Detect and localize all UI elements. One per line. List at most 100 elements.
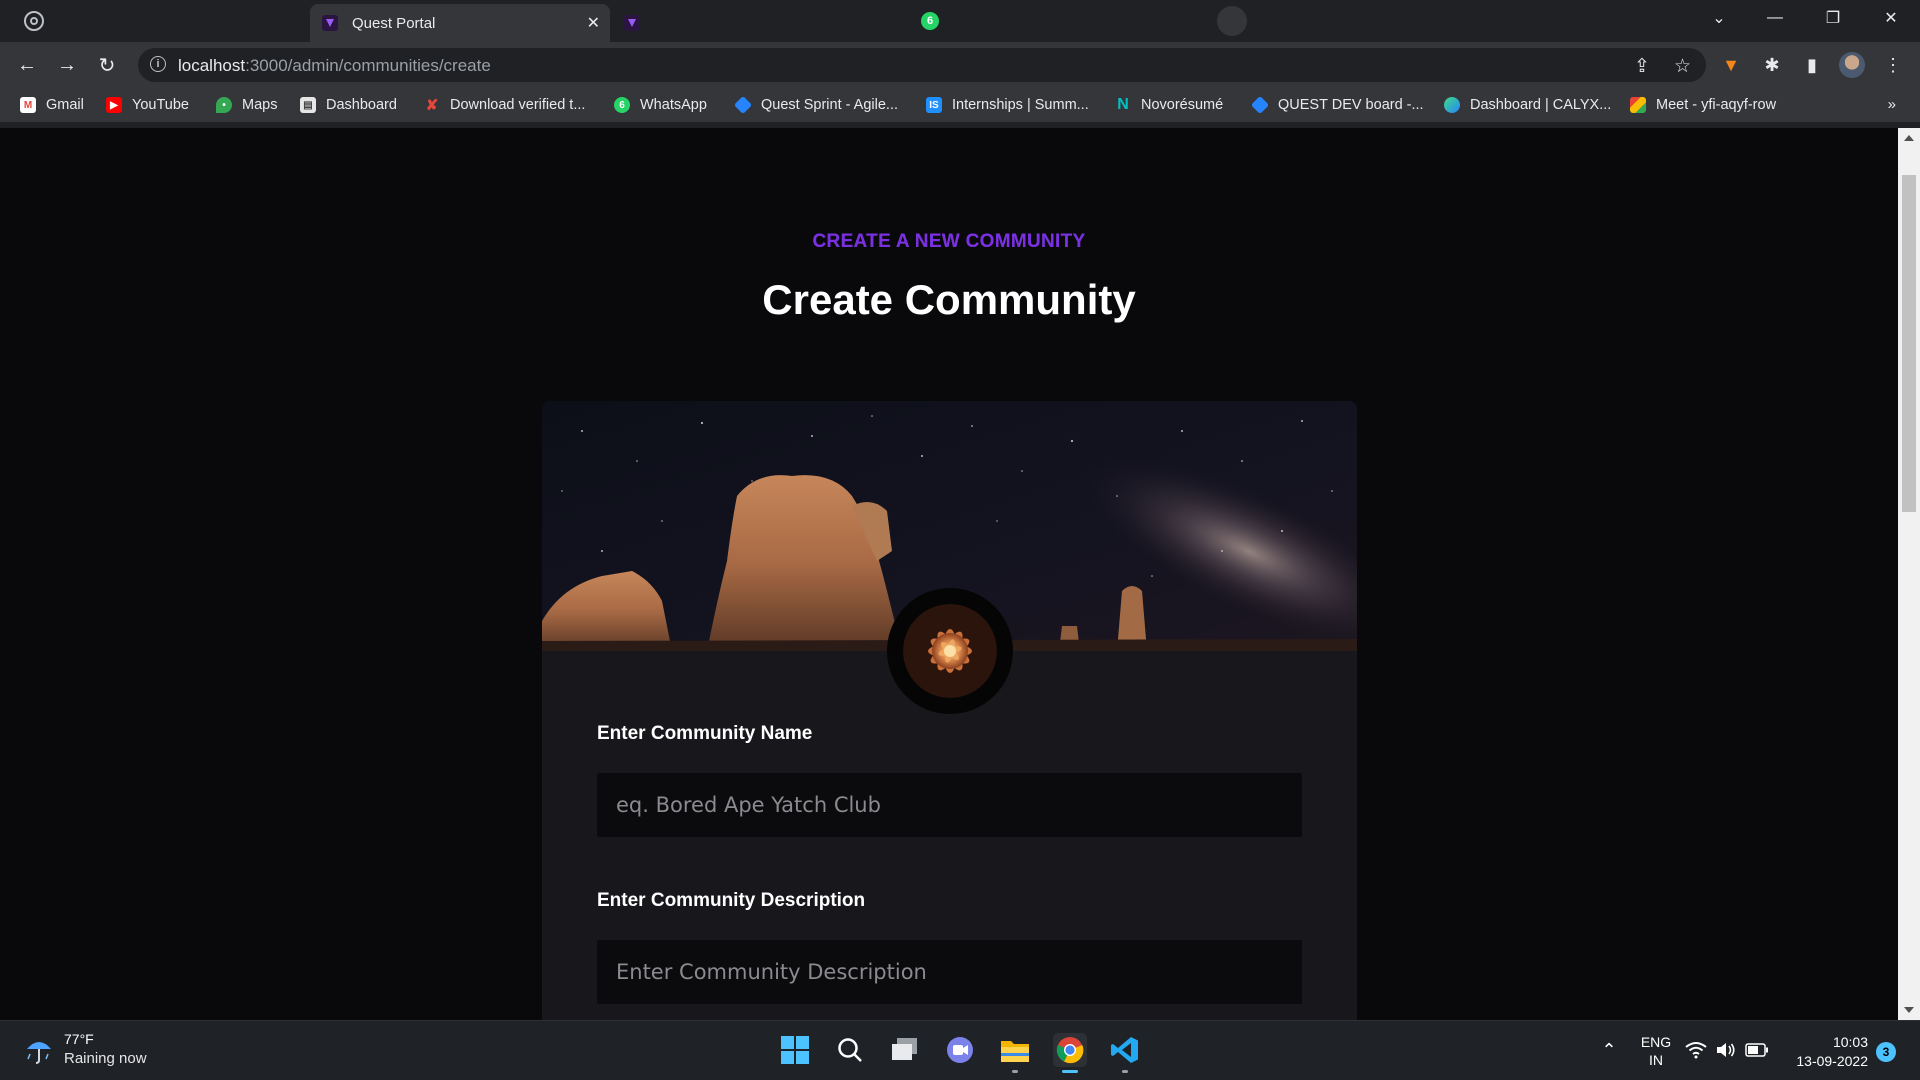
community-description-input[interactable] [597, 940, 1302, 1004]
community-description-label: Enter Community Description [597, 890, 866, 911]
bookmark-label: Meet - yfi-aqyf-row [1656, 97, 1777, 113]
teams-chat-icon[interactable] [943, 1033, 977, 1067]
bookmark-label: YouTube [132, 97, 189, 113]
bookmark-meet[interactable]: Meet - yfi-aqyf-row [1630, 95, 1776, 115]
minimize-icon[interactable]: — [1752, 0, 1798, 36]
close-window-icon[interactable]: ✕ [1868, 0, 1914, 36]
task-view-icon[interactable] [888, 1033, 922, 1067]
bookmark-maps[interactable]: • Maps [216, 95, 277, 115]
community-logo-upload[interactable] [887, 588, 1013, 714]
search-icon[interactable] [833, 1033, 867, 1067]
gmail-icon: M [20, 97, 36, 113]
quest-favicon-icon [624, 15, 640, 31]
maps-icon: • [216, 97, 232, 113]
bookmark-gmail[interactable]: M Gmail [20, 95, 84, 115]
language-region: IN [1649, 1052, 1663, 1068]
community-name-input[interactable] [597, 773, 1302, 837]
bookmark-label: Gmail [46, 97, 84, 113]
metamask-icon[interactable]: ▼ [1720, 54, 1742, 76]
extensions-icon[interactable]: ✱ [1761, 54, 1783, 76]
bookmarks-bar: M Gmail ▶ YouTube • Maps ▤ Dashboard ✘ Downlo… [0, 88, 1920, 122]
notification-badge[interactable]: 3 [1876, 1042, 1896, 1062]
bookmark-label: Download verified t... [450, 97, 586, 113]
weather-description: Raining now [64, 1050, 147, 1067]
bookmark-download-verified[interactable]: ✘ Download verified t... [424, 95, 586, 115]
bookmark-internships[interactable]: IS Internships | Summ... [926, 95, 1089, 115]
close-tab-icon[interactable]: ✕ [587, 13, 600, 33]
calyx-icon [1444, 97, 1460, 113]
site-info-icon[interactable]: i [150, 56, 166, 72]
bookmark-calyx[interactable]: Dashboard | CALYX... [1444, 95, 1611, 115]
tab-quest-portal[interactable]: Quest Portal ✕ [310, 4, 610, 42]
url-path: :3000/admin/communities/create [245, 56, 491, 75]
bookmark-quest-dev-board[interactable]: QUEST DEV board -... [1250, 95, 1424, 115]
jira-icon [733, 95, 753, 115]
tab-quest-second[interactable] [612, 4, 912, 42]
scroll-down-icon[interactable] [1904, 1007, 1914, 1013]
novoresume-icon: N [1117, 96, 1129, 113]
address-bar[interactable]: i localhost:3000/admin/communities/creat… [138, 48, 1706, 82]
battery-icon[interactable] [1744, 1033, 1770, 1067]
tab-search-icon[interactable]: ⌄ [1696, 0, 1742, 36]
show-hidden-icons-chevron[interactable]: ⌃ [1592, 1033, 1626, 1067]
tab-title: Quest Portal [352, 14, 436, 32]
reload-icon[interactable]: ↻ [93, 51, 121, 79]
language-code: ENG [1640, 1034, 1672, 1050]
browser-toolbar: ← → ↻ i localhost:3000/admin/communities… [0, 42, 1920, 88]
scrollbar-thumb[interactable] [1902, 175, 1916, 512]
tab-strip: Quest Portal ✕ 6 ⌄ — ❐ ✕ [0, 0, 1920, 42]
bookmarks-overflow-icon[interactable]: » [1888, 96, 1896, 113]
more-menu-icon[interactable]: ⋮ [1882, 54, 1904, 76]
open-indicator [1122, 1070, 1128, 1073]
windows-taskbar: 77°F Raining now ⌃ ENG IN 10:03 13-09-20… [0, 1020, 1920, 1080]
bookmark-label: WhatsApp [640, 97, 707, 113]
jira-icon [1250, 95, 1270, 115]
url-text[interactable]: localhost:3000/admin/communities/create [178, 56, 491, 76]
bookmark-label: QUEST DEV board -... [1278, 97, 1424, 113]
bookmark-quest-sprint[interactable]: Quest Sprint - Agile... [733, 95, 899, 115]
meet-icon [1630, 97, 1646, 113]
wifi-icon[interactable] [1683, 1033, 1709, 1067]
back-icon[interactable]: ← [13, 51, 41, 79]
whatsapp-icon: 6 [614, 97, 630, 113]
active-indicator [1062, 1070, 1078, 1073]
browser-chrome: Quest Portal ✕ 6 ⌄ — ❐ ✕ ← → ↻ i localho… [0, 0, 1920, 128]
clock-time: 10:03 [1832, 1034, 1868, 1050]
bookmark-label: Internships | Summ... [952, 97, 1089, 113]
community-name-label: Enter Community Name [597, 723, 813, 744]
weather-widget[interactable]: 77°F Raining now [22, 1031, 147, 1067]
chrome-taskbar-icon[interactable] [1053, 1033, 1087, 1073]
page-content: CREATE A NEW COMMUNITY Create Community [0, 128, 1898, 1020]
bookmark-label: Dashboard [326, 97, 397, 113]
forward-icon[interactable]: → [53, 51, 81, 79]
bookmark-dashboard[interactable]: ▤ Dashboard [300, 95, 397, 115]
bookmark-novoresume[interactable]: N Novorésumé [1115, 95, 1223, 115]
volume-icon[interactable] [1713, 1033, 1739, 1067]
bookmark-label: Novorésumé [1141, 97, 1224, 113]
page-scrollbar[interactable] [1898, 128, 1920, 1020]
scroll-up-icon[interactable] [1904, 135, 1914, 141]
page-title: Create Community [762, 276, 1136, 323]
bookmark-youtube[interactable]: ▶ YouTube [106, 95, 189, 115]
file-explorer-icon[interactable] [998, 1033, 1032, 1073]
bookmark-star-icon[interactable]: ☆ [1674, 55, 1691, 78]
clock-date: 13-09-2022 [1796, 1053, 1868, 1069]
vscode-icon[interactable] [1108, 1033, 1142, 1073]
bookmark-label: Quest Sprint - Agile... [761, 97, 899, 113]
umbrella-rain-icon [22, 1032, 56, 1066]
quest-favicon-icon [322, 15, 338, 31]
new-tab-button[interactable] [1217, 6, 1247, 36]
whatsapp-tab-icon[interactable]: 6 [921, 12, 939, 30]
chrome-menu-icon[interactable] [24, 11, 44, 31]
bookmark-label: Dashboard | CALYX... [1470, 97, 1612, 113]
community-logo-image [903, 604, 997, 698]
side-panel-icon[interactable]: ▮ [1801, 54, 1823, 76]
bookmark-whatsapp[interactable]: 6 WhatsApp [614, 95, 707, 115]
language-indicator[interactable]: ENG IN [1636, 1033, 1676, 1069]
internshala-icon: IS [926, 97, 942, 113]
share-icon[interactable]: ⇪ [1634, 55, 1650, 78]
profile-avatar[interactable] [1839, 52, 1865, 78]
system-clock[interactable]: 10:03 13-09-2022 [1780, 1033, 1868, 1071]
restore-icon[interactable]: ❐ [1810, 0, 1856, 36]
windows-start-icon[interactable] [778, 1033, 812, 1067]
